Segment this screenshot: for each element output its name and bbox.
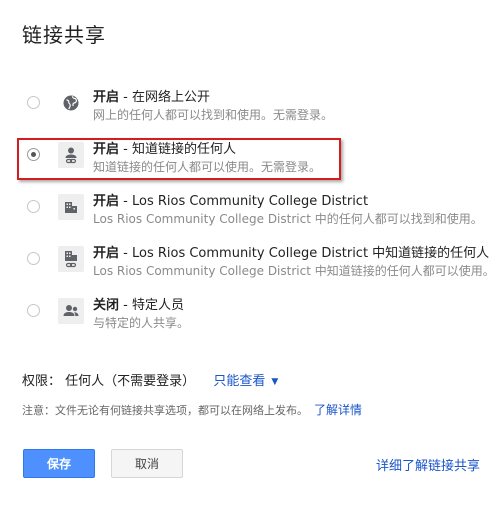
caret-down-icon: ▼ [271, 376, 279, 387]
people-icon [58, 298, 84, 324]
access-level-value: 只能查看 [213, 374, 266, 389]
option-title-bold: 开启 [93, 246, 120, 261]
access-level-dropdown[interactable]: 只能查看 ▼ [213, 374, 278, 389]
note-text: 注意：文件无论有何链接共享选项，都可以在网络上发布。 [22, 404, 308, 417]
option-title-rest: - 在网络上公开 [119, 90, 210, 105]
option-desc: 网上的任何人都可以找到和使用。无需登录。 [93, 108, 334, 122]
radio-specific-people[interactable] [27, 304, 40, 317]
building-icon [58, 194, 84, 220]
learn-more-link-sharing-link[interactable]: 详细了解链接共享 [376, 455, 480, 474]
radio-anyone-with-link[interactable] [27, 148, 40, 161]
save-button[interactable]: 保存 [23, 449, 95, 478]
publish-note: 注意：文件无论有何链接共享选项，都可以在网络上发布。 了解详情 [22, 401, 362, 418]
option-specific-people[interactable]: 关闭 - 特定人员 与特定的人共享。 [0, 294, 502, 334]
option-title-bold: 开启 [93, 90, 120, 105]
option-desc: Los Rios Community College District 中知道链… [93, 264, 495, 278]
permissions-label: 权限： [22, 374, 62, 389]
learn-details-link[interactable]: 了解详情 [314, 403, 362, 417]
globe-icon [58, 90, 84, 116]
permissions-row: 权限： 任何人（不需要登录） 只能查看 ▼ [22, 370, 278, 389]
option-title-bold: 关闭 [93, 298, 120, 313]
radio-organization[interactable] [27, 200, 40, 213]
option-organization-link[interactable]: 开启 - Los Rios Community College District… [0, 242, 502, 282]
option-anyone-with-link[interactable]: 开启 - 知道链接的任何人 知道链接的任何人都可以使用。无需登录。 [0, 138, 502, 178]
radio-organization-link[interactable] [27, 252, 40, 265]
radio-public[interactable] [27, 96, 40, 109]
dialog-title: 链接共享 [22, 23, 106, 47]
option-title-bold: 开启 [93, 194, 120, 209]
building-link-icon [58, 246, 84, 272]
option-title-rest: - 特定人员 [119, 298, 184, 313]
option-title-bold: 开启 [93, 142, 120, 157]
option-desc: Los Rios Community College District 中的任何… [93, 212, 483, 226]
option-organization[interactable]: 开启 - Los Rios Community College District… [0, 190, 502, 230]
permissions-who: 任何人（不需要登录） [65, 374, 196, 389]
option-title-rest: - Los Rios Community College District [119, 194, 369, 209]
option-title-rest: - Los Rios Community College District 中知… [119, 246, 490, 261]
option-desc: 知道链接的任何人都可以使用。无需登录。 [93, 160, 322, 174]
person-link-icon [58, 142, 84, 168]
option-title-rest: - 知道链接的任何人 [119, 142, 236, 157]
option-desc: 与特定的人共享。 [93, 316, 190, 330]
cancel-button[interactable]: 取消 [111, 449, 183, 478]
option-public[interactable]: 开启 - 在网络上公开 网上的任何人都可以找到和使用。无需登录。 [0, 86, 502, 126]
